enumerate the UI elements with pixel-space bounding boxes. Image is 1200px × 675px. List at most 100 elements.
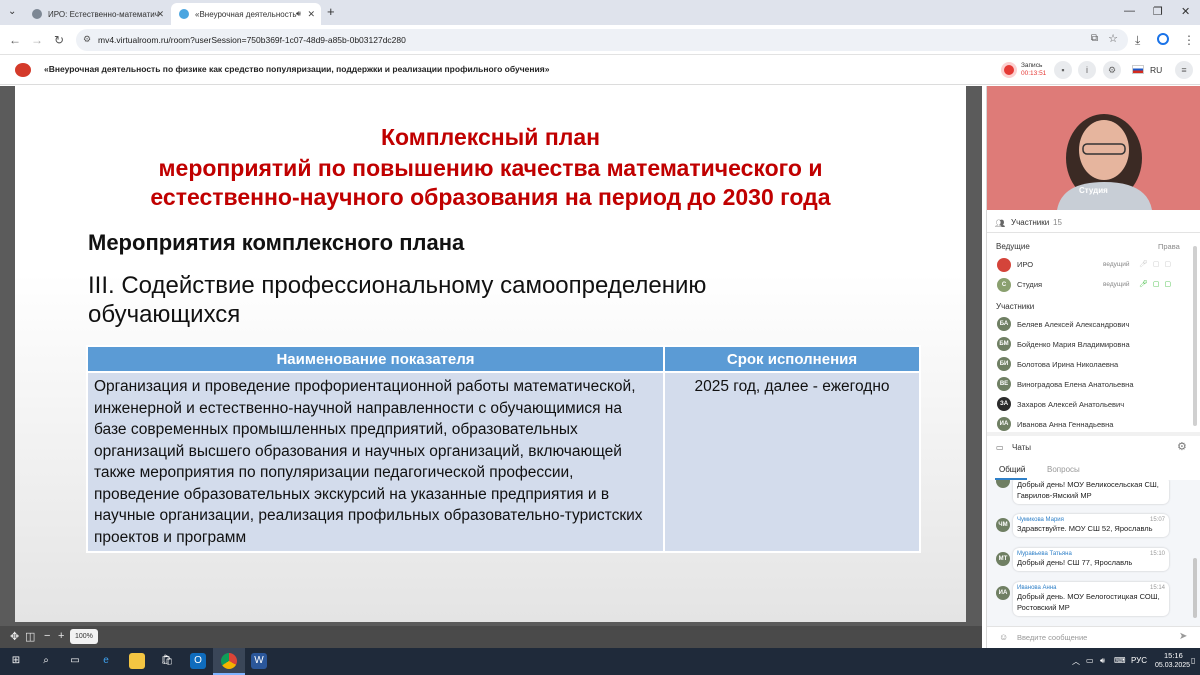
file-explorer-icon[interactable] [129, 653, 145, 669]
outlook-icon[interactable]: O [190, 653, 206, 669]
minimize-icon[interactable]: — [1124, 5, 1135, 17]
hamburger-menu-icon[interactable]: ≡ [1175, 61, 1193, 79]
table-header-indicator: Наименование показателя [86, 345, 665, 373]
chat-scrollbar[interactable] [1193, 558, 1197, 618]
avatar [996, 480, 1010, 488]
chat-icon: ▭ [996, 443, 1004, 452]
zoom-out-icon[interactable]: − [44, 630, 50, 642]
chat-time: 15:14 [1149, 585, 1165, 591]
store-icon[interactable]: 🛍︎ [159, 653, 175, 669]
participant-name[interactable]: Бойденко Мария Владимировна [1017, 340, 1130, 349]
participants-icon: 👥︎ [995, 219, 1006, 228]
slide-title-line: мероприятий по повышению качества матема… [158, 155, 823, 181]
participant-name[interactable]: Виноградова Елена Анатольевна [1017, 380, 1134, 389]
clock-date[interactable]: 05.03.2025 [1155, 662, 1190, 669]
chrome-icon[interactable] [221, 653, 237, 669]
info-icon[interactable]: i [1078, 61, 1096, 79]
tab-general[interactable]: Общий [999, 465, 1025, 474]
participant-name[interactable]: Беляев Алексей Александрович [1017, 320, 1129, 329]
chat-settings-gear-icon[interactable]: ⚙ [1177, 440, 1187, 453]
chat-area: Добрый день! МОУ Великосельская СШ, Гавр… [987, 480, 1200, 626]
language-selector[interactable]: RU [1150, 65, 1162, 75]
host-controls-icon[interactable]: 🎤︎▢▢ [1139, 260, 1176, 268]
zoom-level[interactable]: 100% [70, 629, 98, 644]
speaker-icon[interactable]: 🔊︎ [296, 9, 301, 19]
task-view-icon[interactable]: ▭ [67, 653, 83, 669]
send-icon[interactable]: ➤ [1179, 631, 1187, 642]
tab-title: ИРО: Естественно-математич [48, 9, 159, 19]
search-icon[interactable]: ⌕ [38, 653, 54, 669]
right-panel: Студия 👥︎ Участники 15 Ведущие Права ИРО… [986, 86, 1200, 648]
browser-tab-iro[interactable]: ИРО: Естественно-математич ✕ [24, 3, 170, 25]
globe-icon [32, 9, 42, 19]
profile-icon[interactable] [1157, 33, 1169, 45]
tab-title: «Внеурочная деятельность [195, 9, 297, 19]
participant-name[interactable]: Иванова Анна Геннадьевна [1017, 420, 1113, 429]
address-bar[interactable]: ⚙︎ mv4.virtualroom.ru/room?userSession=7… [76, 29, 1128, 51]
tab-list-chevron-icon[interactable]: ⌄ [8, 6, 16, 17]
chat-message-text: Добрый день! МОУ Великосельская СШ, [1017, 480, 1159, 489]
participant-name[interactable]: Захаров Алексей Анатольевич [1017, 400, 1124, 409]
chat-author: Муравьева Татьяна [1017, 551, 1072, 557]
record-icon[interactable] [1001, 62, 1017, 78]
close-tab-icon[interactable]: ✕ [307, 9, 315, 20]
divider [987, 432, 1200, 436]
close-window-icon[interactable]: ✕ [1181, 5, 1190, 18]
avatar: ВЕ [997, 377, 1011, 391]
word-icon[interactable]: W [251, 653, 267, 669]
room-favicon-icon [179, 9, 189, 19]
browser-menu-icon[interactable]: ⋮ [1183, 33, 1195, 47]
russian-flag-icon[interactable] [1132, 65, 1144, 74]
avatar: БИ [997, 357, 1011, 371]
browser-tab-strip: ⌄ ИРО: Естественно-математич ✕ «Внеурочн… [0, 0, 1200, 25]
downloads-icon[interactable]: ⤓ [1135, 33, 1140, 48]
participants-scrollbar[interactable] [1193, 246, 1197, 426]
fit-width-icon[interactable]: ◫ [25, 630, 35, 643]
presentation-stage: Комплексный план мероприятий по повышени… [0, 86, 982, 648]
tab-questions[interactable]: Вопросы [1047, 465, 1080, 474]
slide-title-line: естественно-научного образования на пери… [150, 184, 831, 210]
input-language[interactable]: РУС [1131, 656, 1147, 665]
browser-tab-room[interactable]: «Внеурочная деятельность 🔊︎ ✕ [171, 3, 321, 25]
maximize-icon[interactable]: ❐ [1153, 5, 1163, 18]
browser-toolbar: ← → ↻ ⚙︎ mv4.virtualroom.ru/room?userSes… [0, 25, 1200, 55]
slide-section-heading: III. Содействие профессиональному самооп… [88, 271, 788, 329]
slide-title-line: Комплексный план [380, 124, 601, 150]
host-controls-icon[interactable]: 🎤︎▢▢ [1139, 280, 1176, 288]
folder-icon[interactable]: ▪ [1054, 61, 1072, 79]
reload-icon[interactable]: ↻ [54, 33, 64, 47]
presentation-slide: Комплексный план мероприятий по повышени… [15, 86, 966, 622]
forward-icon[interactable]: → [31, 33, 43, 47]
new-tab-button[interactable]: + [327, 4, 335, 19]
avatar: ИА [997, 417, 1011, 431]
chat-input[interactable]: Введите сообщение [1017, 633, 1087, 642]
settings-gear-icon[interactable]: ⚙ [1103, 61, 1121, 79]
bookmark-star-icon[interactable]: ☆ [1108, 32, 1118, 45]
chat-author: Чумикова Мария [1017, 517, 1064, 523]
avatar: МТ [996, 552, 1010, 566]
tray-chevron-icon[interactable]: ︿ [1072, 656, 1080, 667]
hosts-label: Ведущие [996, 242, 1030, 251]
chat-time: 15:10 [1149, 551, 1165, 557]
site-info-icon[interactable]: ⚙︎ [83, 34, 91, 45]
chat-message-text: Здравствуйте. МОУ СШ 52, Ярославль [1017, 524, 1153, 533]
chat-message: Муравьева Татьяна 15:10 Добрый день! СШ … [1013, 548, 1169, 571]
windows-start-icon[interactable]: ⊞ [8, 653, 24, 669]
recording-label: Запись [1021, 62, 1043, 69]
back-icon[interactable]: ← [9, 33, 21, 47]
notifications-icon[interactable]: ▯ [1191, 656, 1195, 665]
volume-icon[interactable]: 🔊︎ [1100, 656, 1105, 666]
recording-timer: 00:13:51 [1021, 70, 1047, 77]
network-icon[interactable]: ▭ [1086, 656, 1094, 665]
zoom-in-icon[interactable]: + [58, 630, 64, 642]
keyboard-icon[interactable]: ⌨ [1114, 656, 1126, 665]
participant-name[interactable]: Болотова Ирина Николаевна [1017, 360, 1118, 369]
clock-time[interactable]: 15:16 [1164, 651, 1183, 660]
close-tab-icon[interactable]: ✕ [156, 9, 164, 20]
move-icon[interactable]: ✥ [10, 630, 19, 643]
emoji-icon[interactable]: ☺ [999, 632, 1008, 642]
avatar: С [997, 278, 1011, 292]
edge-icon[interactable]: e [98, 653, 114, 669]
install-app-icon[interactable]: ⧉ [1091, 33, 1098, 44]
video-feed: Студия [987, 86, 1200, 210]
